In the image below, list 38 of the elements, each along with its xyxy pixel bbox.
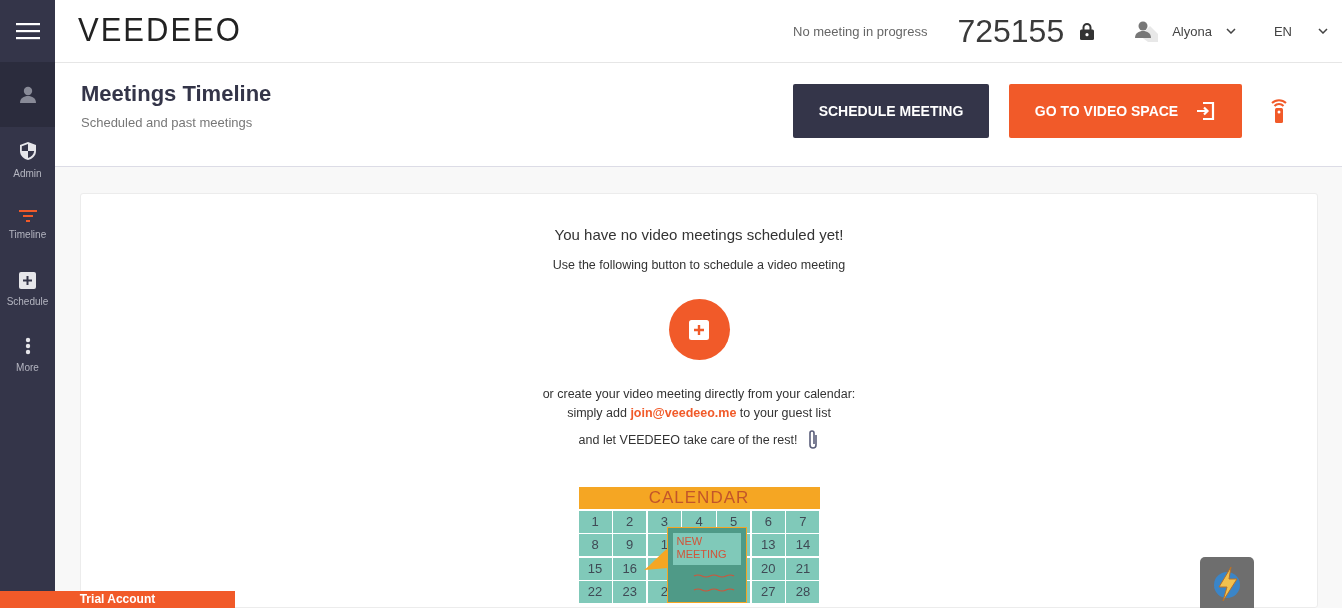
sidebar-item[interactable]: Schedule bbox=[0, 257, 55, 322]
calendar-instruction: or create your video meeting directly from your calendar: bbox=[542, 386, 856, 403]
email-link[interactable]: join@veedeeo.me bbox=[630, 406, 737, 420]
page-title: Meetings Timeline bbox=[81, 81, 272, 107]
meeting-status: No meeting in progress bbox=[793, 23, 928, 39]
empty-heading: You have no video meetings scheduled yet! bbox=[554, 226, 844, 243]
room-number: 725155 bbox=[957, 12, 1065, 50]
add-meeting-button[interactable] bbox=[668, 299, 730, 360]
video-space-button[interactable]: GO TO VIDEO SPACE bbox=[1009, 83, 1242, 138]
profile-button[interactable] bbox=[0, 62, 55, 127]
chevron-icon bbox=[1318, 28, 1328, 34]
filter-icon bbox=[18, 209, 37, 222]
app-launcher-button[interactable] bbox=[1200, 557, 1254, 608]
lightning-icon bbox=[1211, 565, 1243, 601]
add-icon bbox=[19, 272, 36, 289]
guest-instruction: simply add join@veedeeo.me to your guest list bbox=[567, 405, 831, 422]
trial-banner: Trial Account bbox=[0, 591, 235, 608]
sidebar-item[interactable]: Timeline bbox=[0, 192, 55, 257]
sidebar-item[interactable]: Admin bbox=[0, 127, 55, 192]
user-menu[interactable]: Alyona bbox=[1134, 20, 1236, 42]
page-subtitle: Scheduled and past meetings bbox=[81, 115, 254, 130]
language-menu[interactable]: EN bbox=[1273, 23, 1328, 39]
add-icon bbox=[689, 319, 709, 340]
user-icon bbox=[18, 85, 37, 104]
schedule-meeting-button[interactable]: SCHEDULE MEETING bbox=[793, 83, 989, 138]
avatar-icon bbox=[1134, 20, 1159, 42]
remote-icon[interactable] bbox=[1270, 97, 1288, 124]
more-icon bbox=[24, 336, 31, 355]
empty-hint: Use the following button to schedule a video meeting bbox=[552, 258, 846, 272]
enter-icon bbox=[1196, 100, 1217, 121]
logo: VEEDEEO bbox=[78, 12, 242, 50]
chevron-icon bbox=[1225, 28, 1236, 34]
paperclip-icon bbox=[807, 429, 820, 451]
menu-icon bbox=[15, 22, 40, 40]
sidebar-item[interactable]: More bbox=[0, 322, 55, 387]
lock-icon[interactable] bbox=[1080, 22, 1095, 40]
shield-icon bbox=[18, 140, 37, 161]
closing-text: and let VEEDEEO take care of the rest! bbox=[578, 431, 798, 449]
